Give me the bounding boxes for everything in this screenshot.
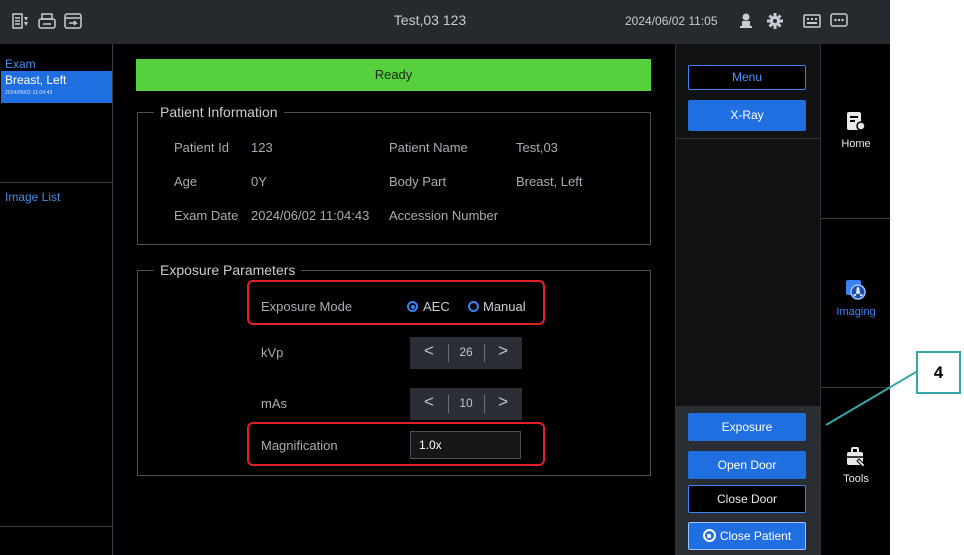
divider (0, 526, 113, 527)
mas-label: mAs (261, 396, 287, 411)
exposure-mode-label: Exposure Mode (261, 299, 353, 314)
app-window: Test,03 123 2024/06/02 11:05 Exam Breast… (0, 0, 890, 555)
xray-button[interactable]: X-Ray (688, 100, 806, 131)
stop-circle-icon (702, 529, 716, 542)
nav-home[interactable]: Home (821, 110, 890, 150)
manual-radio[interactable] (468, 301, 479, 312)
patient-information-legend: Patient Information (160, 104, 278, 120)
divider (676, 138, 821, 139)
nav-imaging-label: Imaging (836, 306, 876, 318)
top-bar: Test,03 123 2024/06/02 11:05 (0, 0, 890, 44)
exam-date: 2024/06/02 11:04:43 (5, 90, 53, 96)
menu-button[interactable]: Menu (688, 65, 806, 90)
manual-radio-label[interactable]: Manual (483, 299, 526, 314)
datetime-display: 2024/06/02 11:05 (625, 14, 718, 28)
close-patient-label: Close Patient (719, 529, 792, 543)
main-panel: Ready Patient Information Patient Id 123… (113, 44, 675, 555)
nav-home-label: Home (841, 138, 871, 150)
exposure-button[interactable]: Exposure (688, 413, 806, 441)
kvp-stepper: < 26 > (410, 337, 522, 369)
divider (821, 387, 890, 388)
body-part-value: Breast, Left (516, 174, 583, 189)
aec-radio-label[interactable]: AEC (423, 299, 450, 314)
age-value: 0Y (251, 174, 267, 189)
nav-imaging[interactable]: Imaging (821, 278, 890, 318)
magnification-field[interactable]: 1.0x (410, 431, 521, 459)
mas-stepper: < 10 > (410, 388, 522, 420)
left-panel: Exam Breast, Left 2024/06/02 11:04:43 Im… (0, 44, 113, 555)
exam-date-label: Exam Date (174, 208, 239, 223)
kvp-label: kVp (261, 345, 284, 360)
exposure-parameters-legend: Exposure Parameters (160, 262, 296, 278)
home-icon (844, 110, 868, 134)
patient-title: Test,03 123 (393, 12, 467, 28)
image-list-header[interactable]: Image List (5, 190, 60, 204)
mas-value: 10 (459, 396, 473, 410)
patient-id-label: Patient Id (174, 140, 229, 155)
kvp-increment-button[interactable]: > (498, 341, 508, 361)
gear-icon[interactable] (766, 13, 784, 29)
worklist-icon[interactable] (12, 13, 30, 29)
magnification-label: Magnification (261, 438, 338, 453)
exam-header: Exam (5, 57, 36, 71)
right-nav: Home Imaging Tools (820, 44, 890, 555)
status-ready-bar: Ready (136, 59, 651, 91)
divider (484, 344, 485, 362)
exam-date-value: 2024/06/02 11:04:43 (251, 208, 370, 223)
patient-id-value: 123 (251, 140, 273, 155)
accession-number-label: Accession Number (389, 208, 499, 223)
operator-icon[interactable] (737, 13, 755, 29)
patient-name-value: Test,03 (516, 140, 558, 155)
printer-icon[interactable] (38, 13, 56, 29)
age-label: Age (174, 174, 198, 189)
body-part-label: Body Part (389, 174, 447, 189)
nav-tools-label: Tools (843, 473, 869, 485)
message-icon[interactable] (830, 13, 848, 29)
imaging-icon (844, 278, 868, 302)
divider (821, 218, 890, 219)
kvp-value: 26 (459, 345, 473, 359)
mas-decrement-button[interactable]: < (424, 392, 434, 412)
tools-icon (844, 445, 868, 469)
open-door-button[interactable]: Open Door (688, 451, 806, 479)
nav-tools[interactable]: Tools (821, 445, 890, 485)
aec-radio[interactable] (407, 301, 418, 312)
exam-name: Breast, Left (5, 73, 67, 87)
kvp-decrement-button[interactable]: < (424, 341, 434, 361)
divider (0, 182, 113, 183)
patient-name-label: Patient Name (389, 140, 468, 155)
mas-increment-button[interactable]: > (498, 392, 508, 412)
callout-number-badge: 4 (916, 351, 961, 394)
exam-list-item[interactable]: Breast, Left 2024/06/02 11:04:43 (1, 71, 112, 103)
close-door-button[interactable]: Close Door (688, 485, 806, 513)
export-icon[interactable] (64, 13, 82, 29)
divider (484, 395, 485, 413)
keyboard-icon[interactable] (803, 13, 821, 29)
control-panel: Menu X-Ray Exposure Open Door Close Door… (675, 44, 821, 555)
close-patient-button[interactable]: Close Patient (688, 522, 806, 550)
